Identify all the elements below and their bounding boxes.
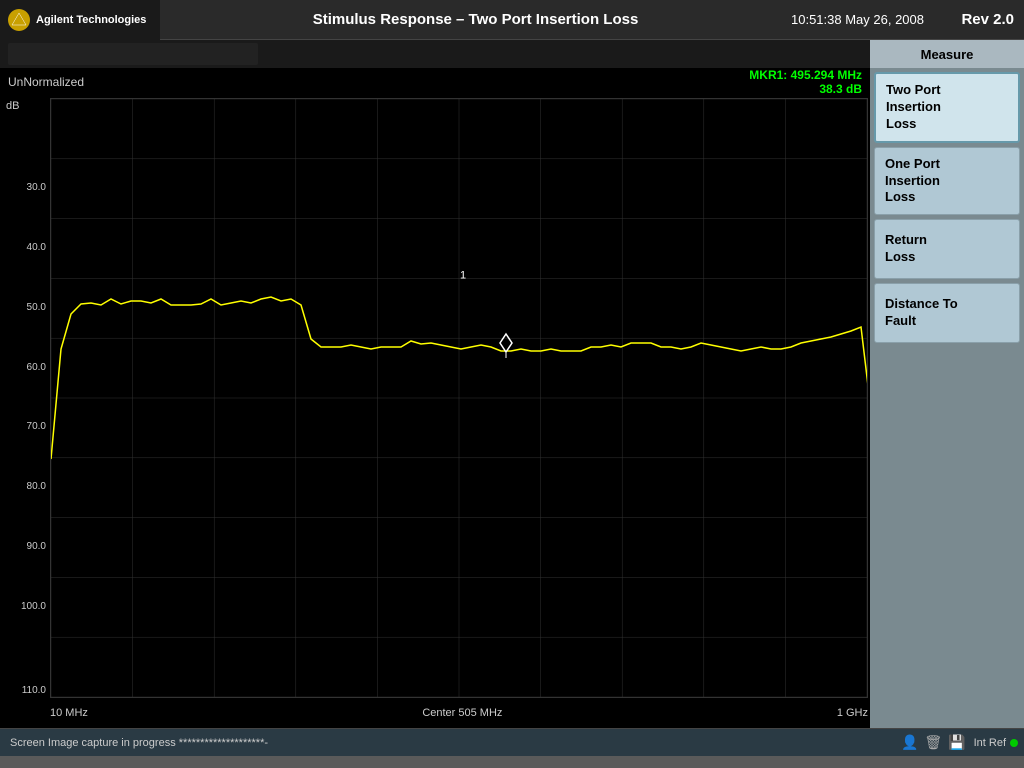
header-revision: Rev 2.0 xyxy=(944,11,1024,28)
y-label-30: 30.0 xyxy=(27,182,46,193)
y-label-90: 90.0 xyxy=(27,541,46,552)
main-area: UnNormalized MKR1: 495.294 MHz 38.3 dB d… xyxy=(0,68,1024,728)
subheader-measure: Measure xyxy=(870,40,1024,68)
subheader-bar: Measure xyxy=(0,40,1024,68)
marker-value: 38.3 dB xyxy=(749,82,862,96)
chart-container: UnNormalized MKR1: 495.294 MHz 38.3 dB d… xyxy=(0,68,870,728)
int-ref-status: Int Ref xyxy=(974,737,1024,749)
y-label-110: 110.0 xyxy=(22,685,46,696)
y-label-60: 60.0 xyxy=(27,362,46,373)
save-icon: 💾 xyxy=(948,734,965,751)
header-bar: Agilent Technologies Stimulus Response –… xyxy=(0,0,1024,40)
x-label-start: 10 MHz xyxy=(50,707,88,719)
right-panel: Two Port Insertion Loss One Port Inserti… xyxy=(870,68,1024,728)
measure-label: Measure xyxy=(921,47,974,62)
marker-frequency: MKR1: 495.294 MHz xyxy=(749,68,862,82)
y-label-80: 80.0 xyxy=(27,481,46,492)
statusbar: Screen Image capture in progress *******… xyxy=(0,728,1024,756)
subheader-dark-box xyxy=(8,43,258,65)
chart-grid: 1 xyxy=(50,98,868,698)
agilent-logo-text: Agilent Technologies xyxy=(36,14,146,26)
header-datetime: 10:51:38 May 26, 2008 xyxy=(791,12,944,27)
chart-unnormalized-label: UnNormalized xyxy=(8,75,84,89)
marker-info: MKR1: 495.294 MHz 38.3 dB xyxy=(749,68,862,96)
marker-label: 1 xyxy=(460,269,466,281)
y-axis-labels: 30.0 40.0 50.0 60.0 70.0 80.0 90.0 100.0 xyxy=(2,98,50,698)
menu-return-loss[interactable]: Return Loss xyxy=(874,219,1020,279)
chart-svg: 1 xyxy=(51,99,867,697)
status-message: Screen Image capture in progress *******… xyxy=(0,737,901,749)
trash-icon: 🗑 xyxy=(924,734,942,751)
x-axis-labels: 10 MHz Center 505 MHz 1 GHz xyxy=(50,700,868,726)
status-icons: 👤 🗑 💾 xyxy=(901,734,974,751)
int-ref-indicator xyxy=(1010,739,1018,747)
person-icon: 👤 xyxy=(901,734,918,751)
menu-distance-to-fault[interactable]: Distance To Fault xyxy=(874,283,1020,343)
agilent-icon xyxy=(8,9,30,31)
y-label-40: 40.0 xyxy=(27,242,46,253)
y-label-50: 50.0 xyxy=(27,302,46,313)
menu-two-port-insertion-loss[interactable]: Two Port Insertion Loss xyxy=(874,72,1020,143)
logo-area: Agilent Technologies xyxy=(0,0,160,40)
menu-one-port-insertion-loss[interactable]: One Port Insertion Loss xyxy=(874,147,1020,216)
x-label-center: Center 505 MHz xyxy=(422,707,502,719)
y-label-70: 70.0 xyxy=(27,421,46,432)
chart-top-bar: UnNormalized MKR1: 495.294 MHz 38.3 dB xyxy=(0,68,870,96)
subheader-left xyxy=(0,40,870,68)
y-label-100: 100.0 xyxy=(21,601,46,612)
x-label-end: 1 GHz xyxy=(837,707,868,719)
page-title: Stimulus Response – Two Port Insertion L… xyxy=(160,11,791,28)
